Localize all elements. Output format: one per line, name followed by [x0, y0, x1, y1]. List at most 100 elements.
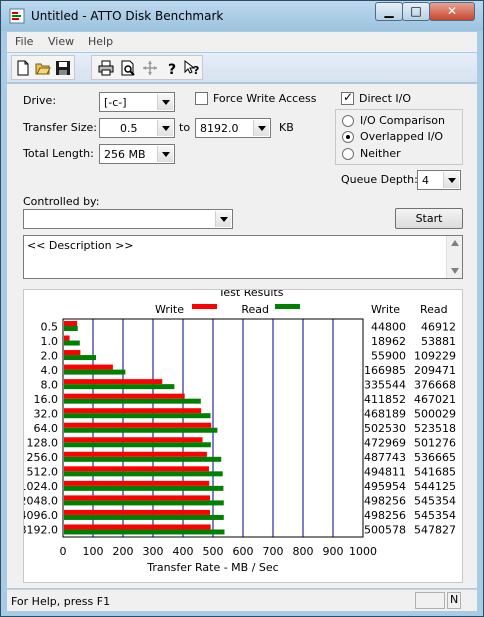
- legend-write-label: Write: [155, 303, 184, 316]
- read-value: 501276: [414, 437, 456, 450]
- legend-read-swatch: [275, 304, 300, 309]
- chevron-down-icon[interactable]: [443, 172, 459, 188]
- io-comparison-radio[interactable]: [342, 115, 354, 127]
- status-bar: For Help, press F1 N: [7, 589, 477, 611]
- x-tick-label: 500: [203, 545, 224, 558]
- read-value: 467021: [414, 393, 456, 406]
- x-tick-label: 200: [113, 545, 134, 558]
- chevron-down-icon[interactable]: [253, 120, 269, 136]
- transfer-to-value: 8192.0: [200, 122, 239, 135]
- context-help-button[interactable]: ?: [182, 58, 202, 78]
- status-text: For Help, press F1: [11, 595, 111, 608]
- read-bar: [64, 456, 222, 462]
- transfer-size-from-select[interactable]: 0.5: [99, 118, 175, 138]
- category-label: 1.0: [41, 335, 59, 348]
- write-value: 411852: [364, 393, 406, 406]
- force-write-label: Force Write Access: [213, 92, 317, 105]
- results-title: Test Results: [218, 290, 284, 299]
- description-scrollbar[interactable]: [446, 236, 462, 278]
- read-value: 545354: [414, 509, 456, 522]
- x-tick-label: 0: [60, 545, 67, 558]
- close-button[interactable]: ✕: [429, 2, 475, 21]
- overlapped-io-label: Overlapped I/O: [360, 130, 444, 143]
- description-textarea[interactable]: << Description >>: [23, 235, 463, 279]
- category-label: 32.0: [34, 407, 59, 420]
- read-bar: [64, 471, 223, 477]
- new-button[interactable]: [13, 58, 33, 78]
- write-value: 166985: [364, 364, 406, 377]
- overlapped-io-radio[interactable]: [342, 131, 354, 143]
- move-icon: [143, 61, 157, 75]
- category-label: 4096.0: [24, 509, 58, 522]
- start-button[interactable]: Start: [395, 208, 463, 229]
- controlled-by-select[interactable]: [23, 209, 233, 229]
- help-button[interactable]: ?: [162, 58, 182, 78]
- transfer-size-label: Transfer Size:: [23, 121, 98, 134]
- print-button[interactable]: [96, 58, 116, 78]
- read-value: 376668: [414, 378, 456, 391]
- read-bar: [64, 369, 126, 375]
- queue-depth-label: Queue Depth:: [341, 173, 418, 186]
- read-value: 536665: [414, 451, 456, 464]
- maximize-button[interactable]: □: [402, 2, 430, 21]
- x-tick-label: 600: [233, 545, 254, 558]
- menu-view[interactable]: View: [48, 35, 74, 48]
- write-value: 472969: [364, 437, 406, 450]
- print-preview-button[interactable]: [118, 58, 138, 78]
- write-bar: [64, 509, 210, 515]
- status-pane-empty: [415, 592, 445, 609]
- close-icon: ✕: [446, 4, 458, 18]
- print-icon: [98, 60, 114, 76]
- write-bar: [64, 524, 211, 530]
- category-label: 1024.0: [24, 480, 58, 493]
- write-value: 468189: [364, 407, 406, 420]
- force-write-checkbox[interactable]: [195, 92, 208, 105]
- write-value: 18962: [371, 335, 406, 348]
- read-bar: [64, 442, 211, 448]
- move-button[interactable]: [140, 58, 160, 78]
- io-mode-group: I/O Comparison Overlapped I/O Neither: [335, 109, 463, 165]
- read-value: 53881: [421, 335, 456, 348]
- controlled-by-label: Controlled by:: [23, 195, 100, 208]
- scroll-down-icon[interactable]: [451, 268, 459, 274]
- neither-radio[interactable]: [342, 148, 354, 160]
- category-label: 256.0: [27, 451, 59, 464]
- total-length-select[interactable]: 256 MB: [99, 144, 175, 164]
- queue-depth-select[interactable]: 4: [417, 170, 461, 190]
- x-tick-label: 100: [83, 545, 104, 558]
- menu-help[interactable]: Help: [88, 35, 113, 48]
- chevron-down-icon[interactable]: [157, 120, 173, 136]
- save-button[interactable]: [53, 58, 73, 78]
- write-bar: [64, 408, 202, 414]
- x-tick-label: 1000: [349, 545, 377, 558]
- category-label: 128.0: [27, 437, 59, 450]
- category-label: 16.0: [34, 393, 59, 406]
- chevron-down-icon[interactable]: [215, 211, 231, 227]
- x-tick-label: 700: [263, 545, 284, 558]
- transfer-size-to-select[interactable]: 8192.0: [195, 118, 271, 138]
- read-bar: [64, 413, 211, 419]
- read-value: 523518: [414, 422, 456, 435]
- toolbar-tools-group: ? ?: [91, 55, 203, 80]
- category-label: 2.0: [41, 349, 59, 362]
- drive-select[interactable]: [-c-]: [99, 92, 175, 112]
- read-value: 46912: [421, 320, 456, 333]
- toolbar-file-group: [11, 55, 75, 80]
- write-bar: [64, 422, 212, 428]
- read-bar: [64, 514, 224, 520]
- minimize-button[interactable]: ▁: [375, 2, 403, 21]
- menu-file[interactable]: File: [15, 35, 33, 48]
- start-label: Start: [415, 212, 443, 225]
- category-label: 512.0: [27, 466, 59, 479]
- help-icon: ?: [168, 62, 176, 78]
- title-bar[interactable]: Untitled - ATTO Disk Benchmark ▁ □ ✕: [1, 1, 483, 31]
- category-label: 8.0: [41, 378, 59, 391]
- direct-io-checkbox[interactable]: [341, 90, 354, 105]
- chevron-down-icon[interactable]: [157, 94, 173, 110]
- legend-read-label: Read: [241, 303, 269, 316]
- scroll-up-icon[interactable]: [451, 240, 459, 246]
- menu-bar: File View Help: [7, 32, 477, 52]
- chevron-down-icon[interactable]: [157, 146, 173, 162]
- open-button[interactable]: [33, 58, 53, 78]
- read-bar: [64, 398, 201, 404]
